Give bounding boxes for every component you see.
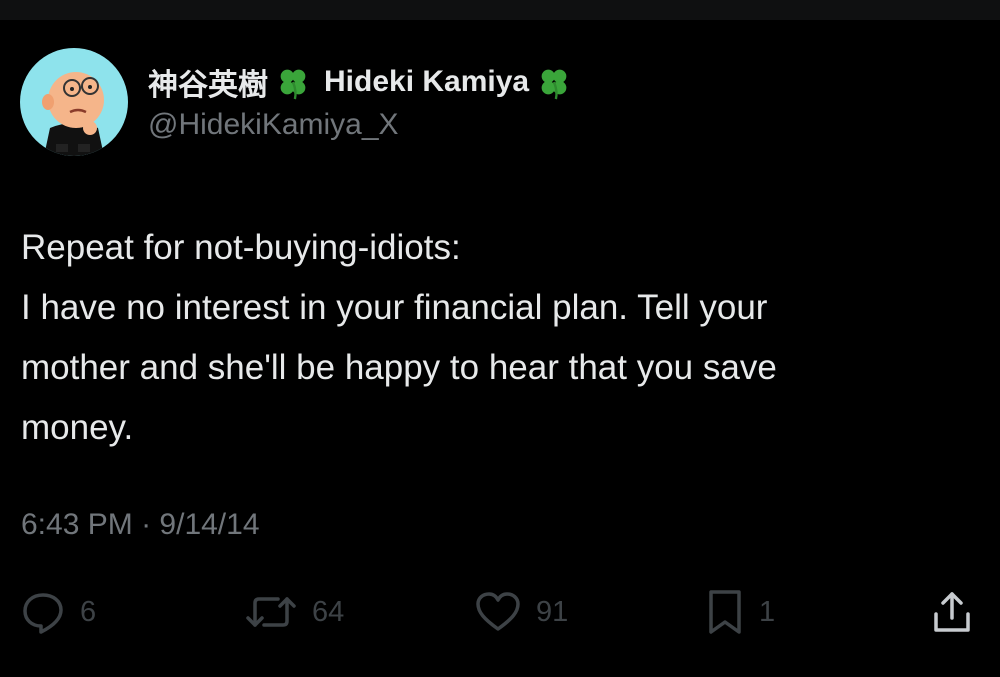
post-line: money. (21, 408, 134, 447)
top-bar (0, 0, 1000, 20)
bookmark-count: 1 (759, 595, 776, 628)
cartoon-avatar-icon (42, 72, 104, 156)
bookmark-icon (709, 590, 741, 634)
post-date: 9/14/14 (159, 508, 260, 541)
post-line: Repeat for not-buying-idiots: (21, 228, 461, 267)
avatar[interactable] (20, 48, 128, 156)
share-button[interactable] (930, 582, 974, 642)
like-count: 91 (536, 595, 569, 628)
four-leaf-clover-icon (541, 69, 567, 100)
author-name[interactable]: 神谷英樹 Hideki Kamiya (148, 60, 573, 104)
bookmark-button[interactable]: 1 (705, 582, 775, 642)
post-line: I have no interest in your financial pla… (21, 288, 768, 327)
post-time: 6:43 PM (21, 508, 133, 541)
post-text: Repeat for not-buying-idiots: I have no … (21, 218, 981, 458)
reply-button[interactable]: 6 (20, 582, 96, 642)
author-name-jp: 神谷英樹 (148, 69, 268, 102)
post-line: mother and she'll be happy to hear that … (21, 348, 777, 387)
repost-icon (246, 597, 296, 627)
action-bar: 6 64 91 1 (0, 582, 1000, 642)
like-button[interactable]: 91 (474, 582, 568, 642)
reply-count: 6 (80, 595, 97, 628)
reply-icon (23, 593, 63, 634)
post-timestamp[interactable]: 6:43 PM · 9/14/14 (21, 508, 260, 542)
repost-count: 64 (312, 595, 345, 628)
heart-icon (476, 592, 520, 631)
repost-button[interactable]: 64 (244, 582, 344, 642)
timestamp-separator: · (141, 508, 152, 541)
share-icon (934, 592, 970, 632)
four-leaf-clover-icon (280, 69, 306, 100)
author-handle[interactable]: @HidekiKamiya_X (148, 108, 399, 142)
author-name-en: Hideki Kamiya (324, 65, 530, 98)
